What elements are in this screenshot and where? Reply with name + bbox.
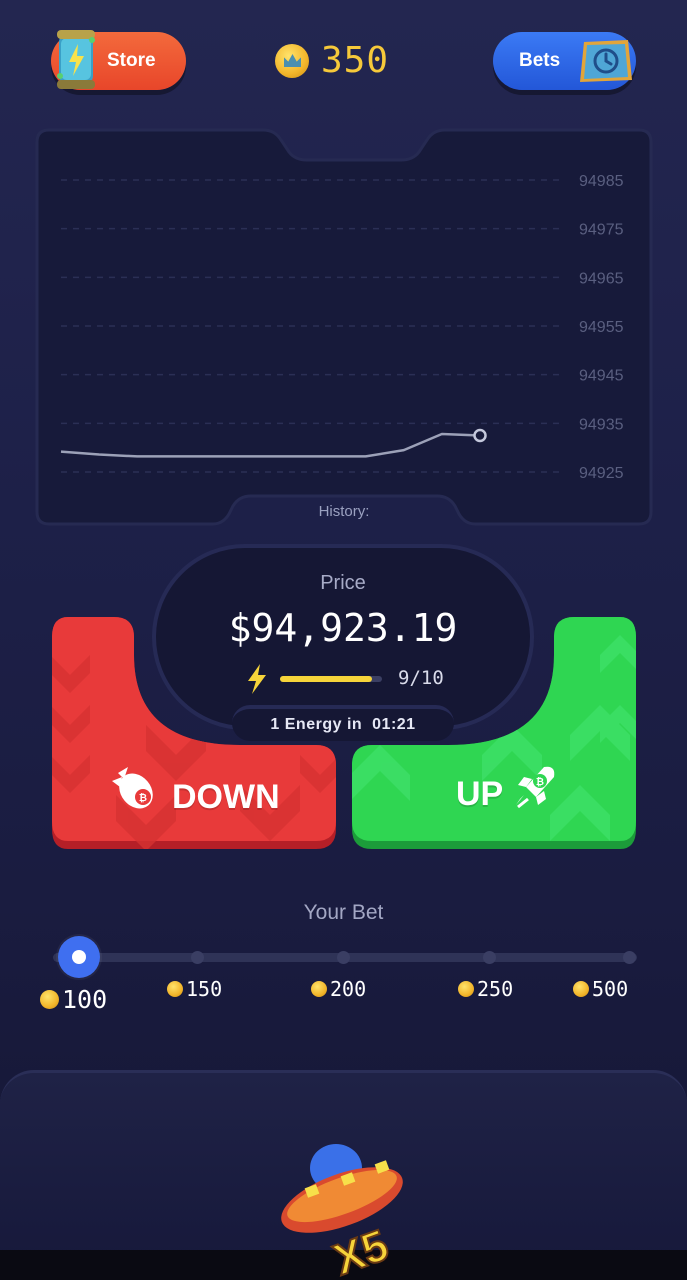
bets-button[interactable]: Bets [493, 32, 636, 90]
history-clock-icon [580, 40, 632, 82]
slider-stop-150[interactable] [191, 951, 204, 964]
energy-count: 9/10 [398, 667, 444, 689]
slider-stop-500[interactable] [623, 951, 636, 964]
top-bar: Store 350 Bets [0, 0, 687, 120]
energy-bar-fill [280, 676, 372, 682]
bet-option-label: 100 [62, 985, 108, 1014]
price-value: $94,923.19 [228, 606, 458, 650]
down-label: DOWN [172, 778, 280, 816]
bet-option-label: 150 [186, 977, 223, 1001]
y-tick-label: 94955 [579, 319, 624, 336]
history-label: History: [318, 503, 370, 520]
bet-title: Your Bet [303, 901, 384, 924]
bet-option-200[interactable]: 200 [311, 977, 366, 1001]
coin-balance: 350 [275, 40, 389, 81]
store-label: Store [107, 50, 156, 71]
price-display: Price $94,923.19 9/10 [152, 544, 534, 730]
balance-value: 350 [321, 40, 390, 81]
y-tick-label: 94985 [579, 173, 624, 190]
y-tick-label: 94965 [579, 270, 624, 287]
crown-coin-icon [311, 981, 327, 997]
y-tick-label: 94975 [579, 222, 624, 239]
bets-label: Bets [519, 50, 561, 71]
lightning-icon [248, 664, 266, 694]
current-price-point [473, 428, 487, 443]
slider-stop-250[interactable] [483, 951, 496, 964]
crown-coin-icon [167, 981, 183, 997]
energy-timer: 1 Energy in 01:21 [232, 705, 454, 741]
slider-stop-200[interactable] [337, 951, 350, 964]
bet-option-500[interactable]: 500 [573, 977, 628, 1001]
bet-option-250[interactable]: 250 [458, 977, 513, 1001]
svg-text:₿: ₿ [536, 776, 544, 788]
crown-coin-icon [275, 43, 309, 78]
bet-option-label: 500 [592, 977, 629, 1001]
bet-option-100[interactable]: 100 [40, 985, 107, 1014]
energy-can-icon [57, 30, 95, 89]
store-button[interactable]: Store [51, 30, 186, 90]
y-tick-label: 94945 [579, 368, 624, 385]
price-label: Price [320, 572, 366, 594]
y-tick-label: 94935 [579, 416, 624, 433]
price-area: ₿ DOWN UP ₿ Price $94,923.19 9/10 1 Ener… [0, 540, 687, 860]
crown-coin-icon [573, 981, 589, 997]
svg-text:₿: ₿ [139, 792, 147, 804]
up-label: UP [456, 775, 503, 813]
energy-meter: 9/10 [246, 664, 466, 694]
bet-slider-thumb[interactable] [58, 936, 100, 978]
bet-option-label: 250 [477, 977, 514, 1001]
price-chart: 94985 94975 94965 94955 94945 94935 94925 [35, 128, 653, 526]
energy-timer-value: 01:21 [372, 716, 416, 733]
bet-option-label: 200 [330, 977, 367, 1001]
multiplier-badge: X5 [327, 1220, 394, 1280]
ufo-multiplier-icon[interactable]: X5 [272, 1138, 422, 1280]
energy-bar [280, 676, 382, 682]
price-chart-panel: 94985 94975 94965 94955 94945 94935 94925 Hist… [35, 128, 653, 526]
crown-coin-icon [458, 981, 474, 997]
energy-timer-label: 1 Energy in [270, 716, 363, 733]
bet-option-150[interactable]: 150 [167, 977, 222, 1001]
y-tick-label: 94925 [579, 465, 624, 482]
bet-section: Your Bet 100 150 200 250 500 [0, 895, 687, 1035]
crown-coin-icon [40, 990, 59, 1009]
